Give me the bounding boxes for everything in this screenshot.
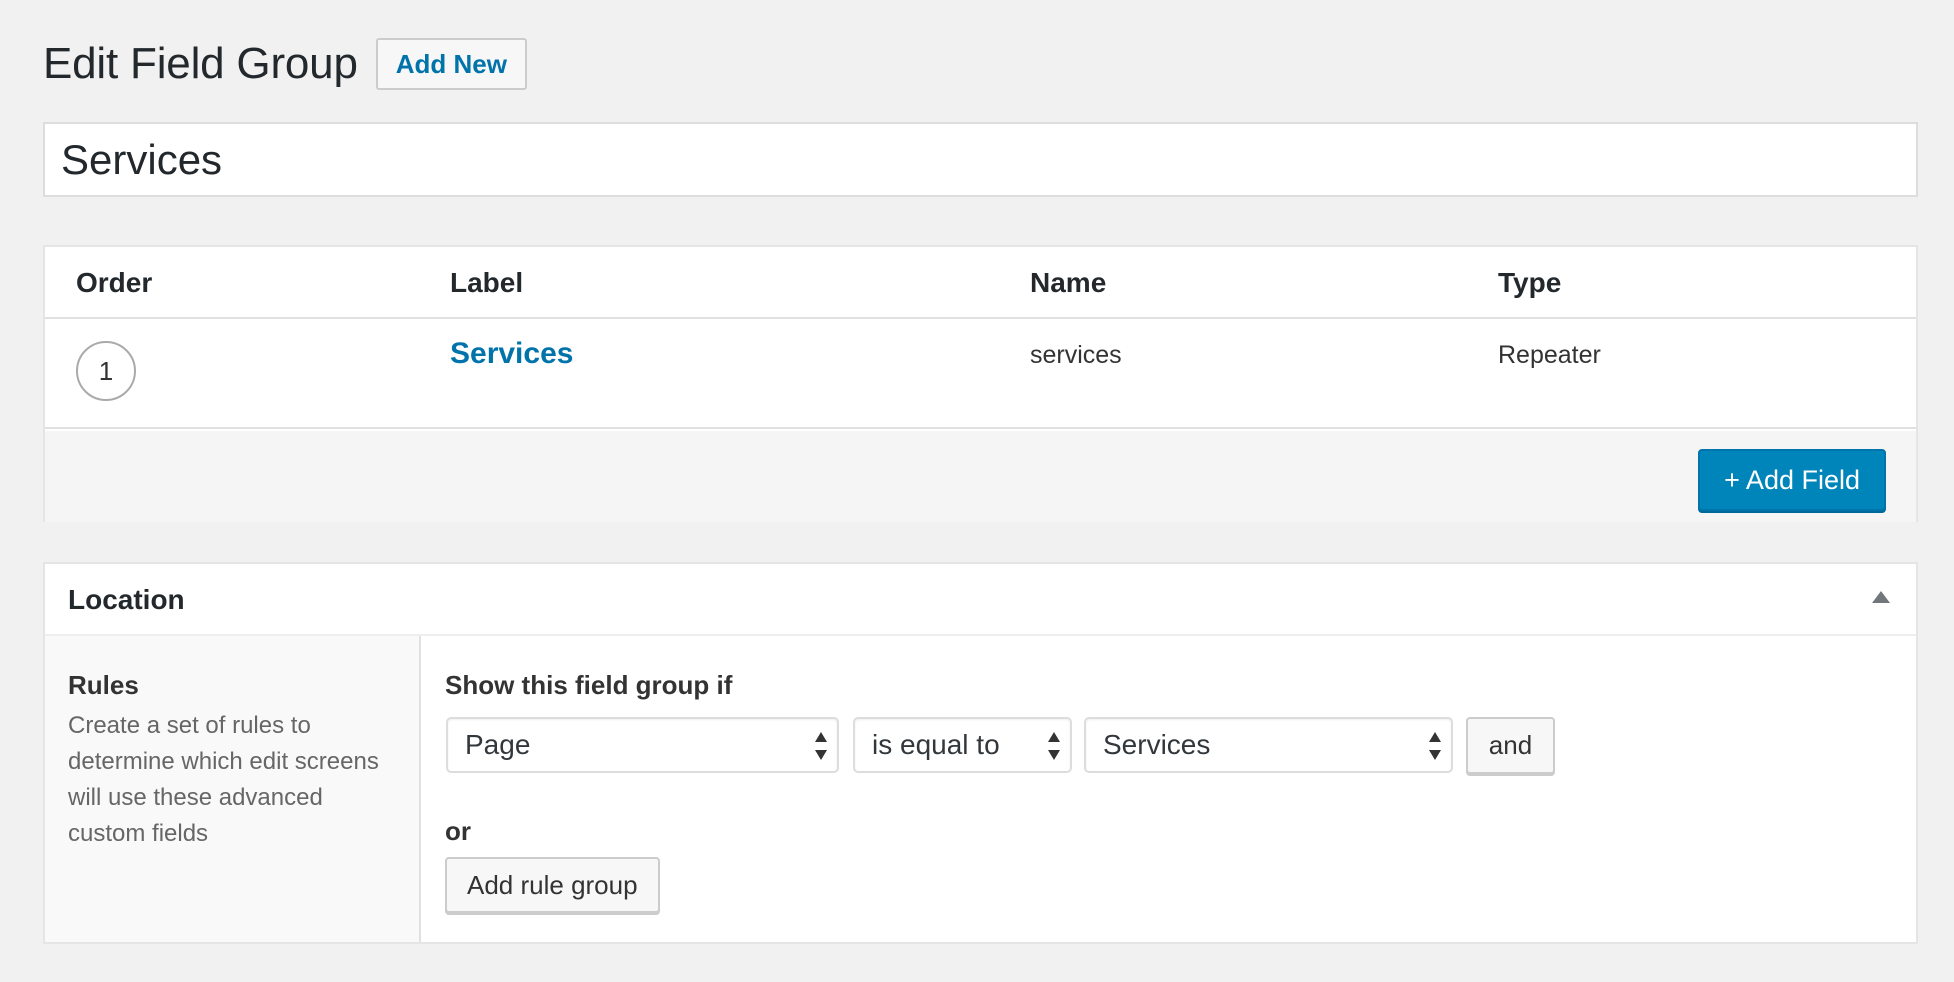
column-header-type[interactable]: Type xyxy=(1498,267,1561,299)
fields-table-header: Order Label Name Type xyxy=(45,247,1916,319)
show-if-label: Show this field group if xyxy=(445,670,733,700)
rules-editor: Show this field group if Page is equal t… xyxy=(423,636,1918,942)
location-panel-header[interactable]: Location xyxy=(45,564,1916,636)
column-header-name: Name xyxy=(1030,267,1107,298)
rule-param-value: Page xyxy=(465,729,531,760)
edit-field-group-page: Edit Field Group Add New Order Label Nam… xyxy=(0,0,1954,982)
order-handle[interactable]: 1 xyxy=(76,341,136,401)
field-name: services xyxy=(1030,341,1122,369)
column-header-order: Order xyxy=(76,267,153,298)
rules-sidebar: Rules Create a set of rules to determine… xyxy=(45,636,421,942)
field-type: Repeater xyxy=(1498,341,1601,369)
rules-description: Create a set of rules to determine which… xyxy=(68,712,379,847)
page-heading: Edit Field Group Add New xyxy=(43,38,527,90)
add-field-button[interactable]: + Add Field xyxy=(1698,449,1886,511)
rule-value-select[interactable]: Services xyxy=(1084,717,1453,773)
add-new-button[interactable]: Add New xyxy=(375,38,527,90)
select-arrows-icon xyxy=(815,732,827,760)
location-panel: Location Rules Create a set of rules to … xyxy=(43,562,1918,944)
page-title: Edit Field Group xyxy=(43,39,358,88)
field-group-title-input[interactable] xyxy=(43,122,1918,197)
rule-value-value: Services xyxy=(1103,729,1211,760)
rule-operator-select[interactable]: is equal to xyxy=(853,717,1072,773)
add-rule-group-button[interactable]: Add rule group xyxy=(445,857,660,913)
rules-title: Rules xyxy=(68,670,139,700)
collapse-triangle-icon[interactable] xyxy=(1872,591,1890,603)
field-label-link[interactable]: Services xyxy=(450,337,573,371)
add-and-rule-button[interactable]: and xyxy=(1466,717,1555,774)
fields-table: Order Label Name Type 1 Services service… xyxy=(43,245,1918,522)
select-arrows-icon xyxy=(1429,732,1441,760)
table-row: 1 Services services Repeater xyxy=(45,319,1916,429)
rule-operator-value: is equal to xyxy=(872,729,1000,760)
location-title: Location xyxy=(68,584,185,615)
column-header-label: Label xyxy=(450,267,524,298)
select-arrows-icon xyxy=(1048,732,1060,760)
fields-table-footer: + Add Field xyxy=(45,431,1916,522)
or-label: or xyxy=(445,816,471,846)
rule-param-select[interactable]: Page xyxy=(446,717,839,773)
